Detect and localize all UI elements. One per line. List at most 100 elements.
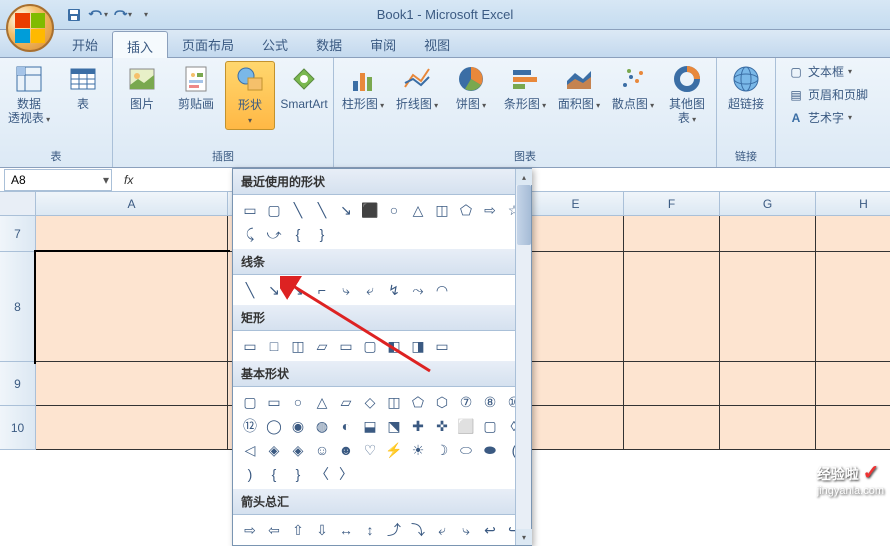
- shape-item[interactable]: ◈: [263, 439, 285, 461]
- shape-item[interactable]: ▭: [239, 335, 261, 357]
- area-chart-button[interactable]: 面积图 ▾: [554, 61, 604, 113]
- row-header-7[interactable]: 7: [0, 216, 36, 252]
- shape-item[interactable]: ⇨: [239, 519, 261, 541]
- column-chart-button[interactable]: 柱形图 ▾: [338, 61, 388, 113]
- shape-item[interactable]: ▱: [335, 391, 357, 413]
- shape-item[interactable]: ◫: [431, 199, 453, 221]
- shape-item[interactable]: {: [287, 223, 309, 245]
- shape-item[interactable]: ): [239, 463, 261, 485]
- cell-g7[interactable]: [720, 216, 816, 252]
- shape-item[interactable]: ▭: [431, 335, 453, 357]
- smartart-button[interactable]: SmartArt: [279, 61, 329, 113]
- row-header-10[interactable]: 10: [0, 406, 36, 450]
- shape-item[interactable]: ↕: [359, 519, 381, 541]
- col-header-g[interactable]: G: [720, 192, 816, 216]
- cell-f8[interactable]: [624, 252, 720, 362]
- shape-item[interactable]: ✜: [431, 415, 453, 437]
- shape-item[interactable]: ▢: [239, 391, 261, 413]
- shape-item[interactable]: ⇧: [287, 519, 309, 541]
- shape-item[interactable]: ↘: [335, 199, 357, 221]
- col-header-e[interactable]: E: [528, 192, 624, 216]
- shape-item[interactable]: ◨: [407, 335, 429, 357]
- cell-g9[interactable]: [720, 362, 816, 406]
- col-header-h[interactable]: H: [816, 192, 890, 216]
- cell-a7[interactable]: [36, 216, 228, 252]
- other-chart-button[interactable]: 其他图表 ▾: [662, 61, 712, 128]
- tab-insert[interactable]: 插入: [112, 31, 168, 58]
- header-footer-button[interactable]: ▤页眉和页脚: [784, 84, 886, 105]
- tab-view[interactable]: 视图: [410, 30, 464, 57]
- shape-item[interactable]: }: [311, 223, 333, 245]
- cell-f9[interactable]: [624, 362, 720, 406]
- cell-a9[interactable]: [36, 362, 228, 406]
- shape-item[interactable]: ▭: [239, 199, 261, 221]
- scatter-chart-button[interactable]: 散点图 ▾: [608, 61, 658, 113]
- shape-item[interactable]: ◠: [431, 279, 453, 301]
- shape-item[interactable]: ⬔: [383, 415, 405, 437]
- shape-item[interactable]: ↔: [335, 519, 357, 541]
- shape-item[interactable]: □: [263, 335, 285, 357]
- row-header-9[interactable]: 9: [0, 362, 36, 406]
- shape-item[interactable]: ⑫: [239, 415, 261, 437]
- select-all-corner[interactable]: [0, 192, 36, 216]
- shape-item[interactable]: ○: [383, 199, 405, 221]
- shape-item[interactable]: ╲: [239, 279, 261, 301]
- tab-formulas[interactable]: 公式: [248, 30, 302, 57]
- shape-item[interactable]: ◍: [311, 415, 333, 437]
- scroll-down-icon[interactable]: ▾: [516, 529, 532, 545]
- cell-h7[interactable]: [816, 216, 890, 252]
- shape-item[interactable]: ⑧: [479, 391, 501, 413]
- shape-item[interactable]: ↯: [383, 279, 405, 301]
- shape-item[interactable]: ⤵: [407, 519, 429, 541]
- col-header-f[interactable]: F: [624, 192, 720, 216]
- shape-item[interactable]: ↩: [479, 519, 501, 541]
- shape-item[interactable]: ⤷: [455, 519, 477, 541]
- shape-item[interactable]: 〈: [311, 463, 333, 485]
- shape-item[interactable]: ⤶: [431, 519, 453, 541]
- name-box-dropdown-icon[interactable]: ▾: [103, 173, 109, 187]
- cell-g8[interactable]: [720, 252, 816, 362]
- shape-item[interactable]: ⬛: [359, 199, 381, 221]
- fx-icon[interactable]: fx: [124, 173, 133, 187]
- shapes-button[interactable]: 形状▾: [225, 61, 275, 130]
- shape-item[interactable]: ⬭: [455, 439, 477, 461]
- cell-a10[interactable]: [36, 406, 228, 450]
- shape-item[interactable]: ⬠: [407, 391, 429, 413]
- shape-item[interactable]: ⬓: [359, 415, 381, 437]
- shape-item[interactable]: ◐: [335, 415, 357, 437]
- shape-item[interactable]: ⑦: [455, 391, 477, 413]
- cell-h9[interactable]: [816, 362, 890, 406]
- shape-item[interactable]: ↘: [287, 279, 309, 301]
- scroll-up-icon[interactable]: ▴: [516, 169, 532, 185]
- shape-item[interactable]: }: [287, 463, 309, 485]
- shapes-scrollbar[interactable]: ▴ ▾: [515, 169, 531, 545]
- cell-g10[interactable]: [720, 406, 816, 450]
- shape-item[interactable]: ⬬: [479, 439, 501, 461]
- textbox-button[interactable]: ▢文本框 ▾: [784, 61, 886, 82]
- name-box[interactable]: A8 ▾: [4, 169, 112, 191]
- cell-e9[interactable]: [528, 362, 624, 406]
- shape-item[interactable]: ☀: [407, 439, 429, 461]
- office-button[interactable]: [6, 4, 54, 52]
- shape-item[interactable]: ▢: [359, 335, 381, 357]
- shape-item[interactable]: ◫: [287, 335, 309, 357]
- shape-item[interactable]: ◫: [383, 391, 405, 413]
- shape-item[interactable]: △: [311, 391, 333, 413]
- cell-e10[interactable]: [528, 406, 624, 450]
- shape-item[interactable]: ◁: [239, 439, 261, 461]
- undo-button[interactable]: ▾: [87, 4, 109, 26]
- shape-item[interactable]: ⇦: [263, 519, 285, 541]
- cell-h8[interactable]: [816, 252, 890, 362]
- tab-data[interactable]: 数据: [302, 30, 356, 57]
- hyperlink-button[interactable]: 超链接: [721, 61, 771, 113]
- shape-item[interactable]: ▢: [479, 415, 501, 437]
- shape-item[interactable]: ⇨: [479, 199, 501, 221]
- shape-item[interactable]: ╲: [311, 199, 333, 221]
- shape-item[interactable]: ♡: [359, 439, 381, 461]
- clipart-button[interactable]: 剪贴画: [171, 61, 221, 113]
- shape-item[interactable]: ◇: [359, 391, 381, 413]
- shape-item[interactable]: ◈: [287, 439, 309, 461]
- row-header-8[interactable]: 8: [0, 252, 36, 362]
- shape-item[interactable]: ✚: [407, 415, 429, 437]
- shape-item[interactable]: ⤶: [359, 279, 381, 301]
